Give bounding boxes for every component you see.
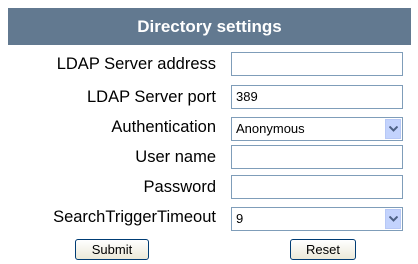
user-name-label: User name <box>135 148 216 166</box>
settings-form: LDAP Server address LDAP Server port 389… <box>8 45 411 264</box>
ldap-server-address-label: LDAP Server address <box>56 55 216 73</box>
authentication-selected-value: Anonymous <box>236 121 305 136</box>
dropdown-button[interactable] <box>385 209 401 229</box>
user-name-input[interactable] <box>231 145 403 169</box>
authentication-label: Authentication <box>111 118 216 136</box>
panel-title: Directory settings <box>8 8 411 45</box>
chevron-down-icon <box>389 216 398 222</box>
reset-button[interactable]: Reset <box>290 239 356 260</box>
chevron-down-icon <box>389 126 398 132</box>
directory-settings-panel: Directory settings LDAP Server address L… <box>8 8 411 264</box>
ldap-server-port-label: LDAP Server port <box>86 88 216 106</box>
submit-button[interactable]: Submit <box>75 239 149 260</box>
ldap-server-address-input[interactable] <box>231 52 403 76</box>
search-trigger-timeout-label: SearchTriggerTimeout <box>53 208 216 226</box>
authentication-select[interactable]: Anonymous <box>231 117 403 141</box>
password-input[interactable] <box>231 175 403 199</box>
search-trigger-timeout-select[interactable]: 9 <box>231 207 403 231</box>
password-label: Password <box>143 178 216 196</box>
search-trigger-timeout-selected-value: 9 <box>236 211 244 226</box>
dropdown-button[interactable] <box>385 119 401 139</box>
ldap-server-port-input[interactable]: 389 <box>231 85 403 109</box>
